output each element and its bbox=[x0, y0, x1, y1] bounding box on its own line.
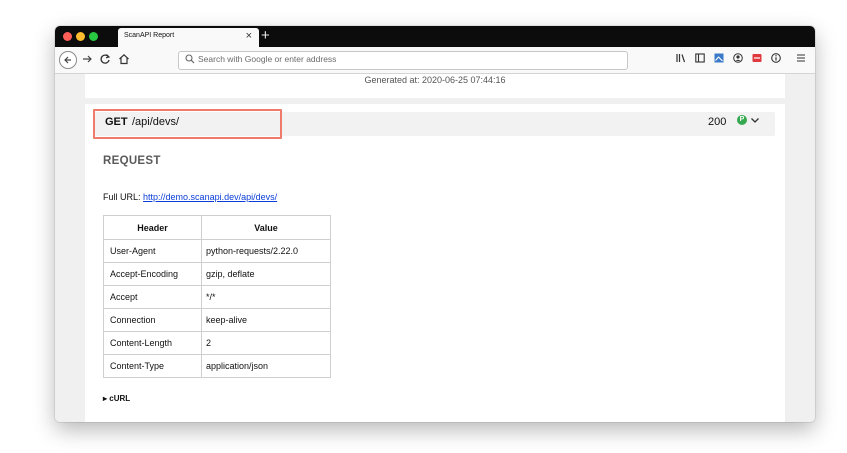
forward-button[interactable] bbox=[81, 53, 93, 68]
sidebar-icon[interactable] bbox=[695, 53, 705, 63]
page-content: Generated at: 2020-06-25 07:44:16 GET /a… bbox=[55, 74, 815, 422]
curl-toggle[interactable]: ▸ cURL bbox=[103, 394, 130, 403]
header-value: keep-alive bbox=[201, 308, 331, 332]
header-name: Content-Length bbox=[103, 331, 202, 355]
reload-icon bbox=[100, 54, 111, 64]
back-button[interactable] bbox=[59, 51, 77, 69]
home-button[interactable] bbox=[118, 53, 130, 68]
close-window-button[interactable] bbox=[63, 32, 72, 41]
library-icon[interactable] bbox=[676, 53, 686, 63]
header-name: Accept bbox=[103, 285, 202, 309]
header-name: User-Agent bbox=[103, 239, 202, 263]
navigation-toolbar: Search with Google or enter address bbox=[55, 47, 815, 74]
screenshot-icon[interactable] bbox=[714, 53, 724, 63]
table-row: Content-Length 2 bbox=[103, 331, 331, 355]
address-bar[interactable]: Search with Google or enter address bbox=[178, 51, 628, 70]
request-headers-table: Header Value User-Agent python-requests/… bbox=[103, 215, 331, 378]
header-value: 2 bbox=[201, 331, 331, 355]
table-row: Connection keep-alive bbox=[103, 308, 331, 332]
request-path: /api/devs/ bbox=[132, 116, 180, 128]
header-name: Connection bbox=[103, 308, 202, 332]
table-header-row: Header Value bbox=[103, 215, 331, 240]
back-icon bbox=[64, 56, 71, 64]
column-header: Value bbox=[201, 215, 331, 240]
request-method: GET bbox=[105, 116, 128, 128]
disclosure-triangle-icon: ▸ bbox=[103, 394, 108, 403]
report-header-card: Generated at: 2020-06-25 07:44:16 bbox=[85, 74, 785, 98]
account-icon[interactable] bbox=[733, 53, 743, 63]
column-header: Header bbox=[103, 215, 202, 240]
browser-window: ScanAPI Report × + Search with Google or… bbox=[55, 26, 815, 422]
request-heading: REQUEST bbox=[103, 155, 161, 167]
zoom-window-button[interactable] bbox=[89, 32, 98, 41]
search-icon bbox=[185, 53, 195, 68]
header-value: application/json bbox=[201, 354, 331, 378]
table-row: Content-Type application/json bbox=[103, 354, 331, 378]
new-tab-button[interactable]: + bbox=[261, 27, 270, 45]
header-value: */* bbox=[201, 285, 331, 309]
chevron-down-icon[interactable] bbox=[750, 115, 760, 127]
curl-label: cURL bbox=[109, 394, 131, 403]
header-name: Accept-Encoding bbox=[103, 262, 202, 286]
info-icon[interactable] bbox=[771, 53, 781, 63]
table-row: User-Agent python-requests/2.22.0 bbox=[103, 239, 331, 263]
status-code: 200 bbox=[708, 116, 727, 128]
tab-title: ScanAPI Report bbox=[124, 32, 175, 39]
full-url-link[interactable]: http://demo.scanapi.dev/api/devs/ bbox=[143, 192, 277, 202]
home-icon bbox=[119, 53, 129, 65]
table-row: Accept */* bbox=[103, 285, 331, 309]
table-row: Accept-Encoding gzip, deflate bbox=[103, 262, 331, 286]
header-value: python-requests/2.22.0 bbox=[201, 239, 331, 263]
browser-tab[interactable]: ScanAPI Report × bbox=[118, 28, 259, 47]
header-name: Content-Type bbox=[103, 354, 202, 378]
forward-icon bbox=[83, 55, 92, 63]
tab-close-icon[interactable]: × bbox=[246, 30, 252, 42]
reload-button[interactable] bbox=[99, 53, 111, 68]
title-bar: ScanAPI Report × + bbox=[55, 26, 815, 47]
pass-badge: P bbox=[737, 115, 747, 125]
header-value: gzip, deflate bbox=[201, 262, 331, 286]
menu-icon[interactable] bbox=[796, 53, 806, 63]
extension-icon[interactable] bbox=[752, 53, 762, 63]
endpoint-card: GET /api/devs/ 200 P REQUEST Full URL: h… bbox=[85, 104, 785, 422]
minimize-window-button[interactable] bbox=[76, 32, 85, 41]
generated-timestamp: Generated at: 2020-06-25 07:44:16 bbox=[364, 75, 506, 85]
full-url-label: Full URL: bbox=[103, 192, 141, 202]
address-placeholder: Search with Google or enter address bbox=[198, 54, 337, 64]
full-url-line: Full URL: http://demo.scanapi.dev/api/de… bbox=[103, 192, 277, 202]
